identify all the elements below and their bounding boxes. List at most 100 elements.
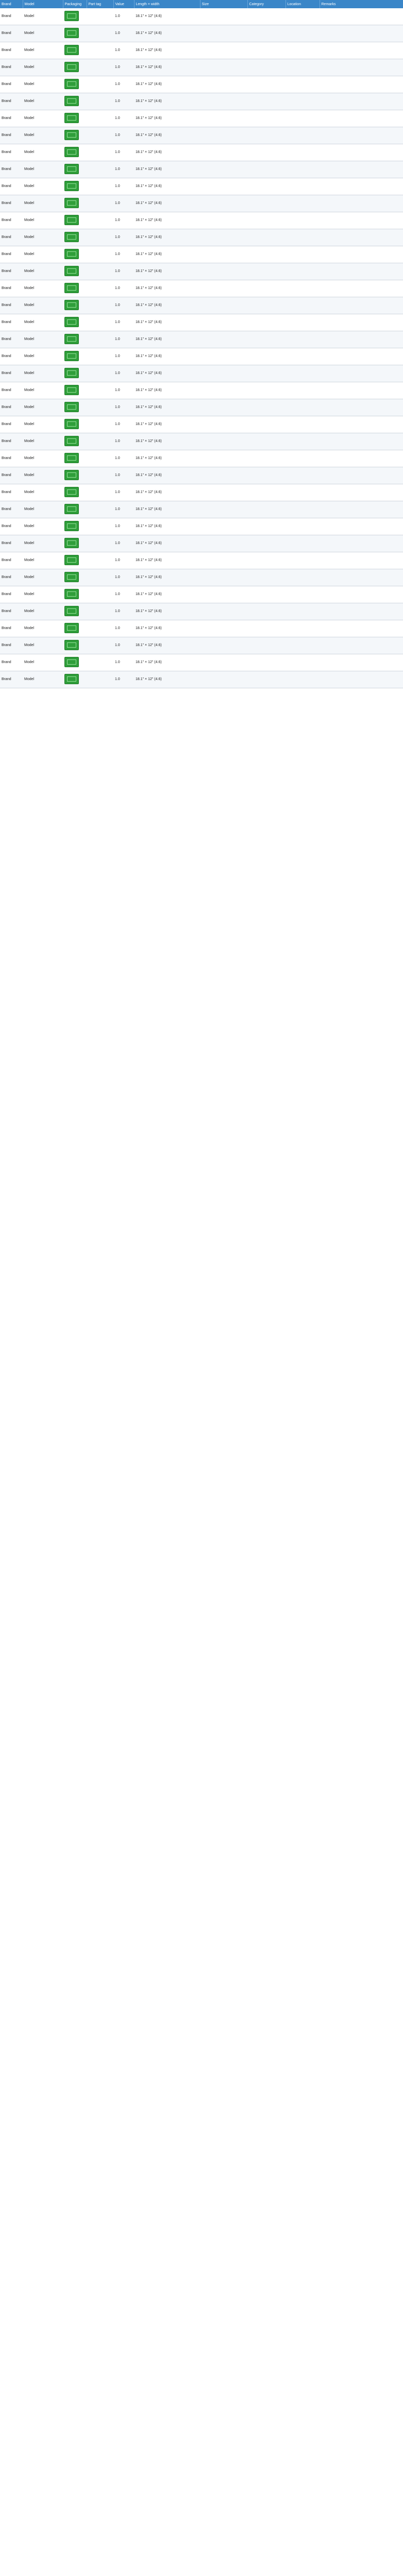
table-cell — [87, 518, 113, 535]
table-cell — [320, 178, 403, 195]
table-cell — [286, 331, 320, 348]
table-cell — [286, 671, 320, 688]
table-cell — [63, 433, 87, 450]
column-header: Value — [113, 0, 135, 8]
table-cell: 18.1" × 12" (4.6) — [134, 348, 200, 365]
table-cell — [87, 654, 113, 671]
package-icon — [64, 639, 79, 650]
table-row: Brand Model 1.0 18.1" × 12" (4.6) — [0, 569, 403, 586]
table-cell — [63, 484, 87, 501]
table-cell: Model — [23, 144, 63, 161]
package-icon — [64, 571, 79, 582]
table-cell — [286, 433, 320, 450]
table-cell — [87, 314, 113, 331]
table-cell: Model — [23, 637, 63, 654]
table-cell: Brand — [0, 161, 23, 178]
table-cell — [247, 348, 286, 365]
package-icon — [64, 265, 79, 276]
table-cell: 1.0 — [113, 348, 134, 365]
table-cell — [286, 76, 320, 93]
table-cell — [87, 569, 113, 586]
table-cell — [200, 331, 247, 348]
table-cell — [87, 110, 113, 127]
table-cell — [286, 127, 320, 144]
table-cell: Brand — [0, 348, 23, 365]
table-cell — [87, 127, 113, 144]
table-row: Brand Model 1.0 18.1" × 12" (4.6) — [0, 42, 403, 59]
table-cell: 18.1" × 12" (4.6) — [134, 42, 200, 59]
table-cell — [247, 42, 286, 59]
table-cell: 18.1" × 12" (4.6) — [134, 246, 200, 263]
table-cell: Brand — [0, 569, 23, 586]
table-row: Brand Model 1.0 18.1" × 12" (4.6) — [0, 263, 403, 280]
table-cell — [247, 297, 286, 314]
table-cell: 18.1" × 12" (4.6) — [134, 93, 200, 110]
table-cell — [87, 603, 113, 620]
table-cell — [200, 654, 247, 671]
table-row: Brand Model 1.0 18.1" × 12" (4.6) — [0, 518, 403, 535]
table-cell — [200, 178, 247, 195]
table-cell — [63, 348, 87, 365]
table-cell — [247, 637, 286, 654]
table-cell: 18.1" × 12" (4.6) — [134, 620, 200, 637]
table-cell — [286, 348, 320, 365]
table-cell — [320, 569, 403, 586]
table-cell — [63, 331, 87, 348]
table-cell — [63, 263, 87, 280]
table-cell — [286, 314, 320, 331]
table-cell — [63, 161, 87, 178]
table-cell: 1.0 — [113, 8, 134, 25]
table-cell — [87, 161, 113, 178]
table-cell — [200, 365, 247, 382]
table-cell: Model — [23, 212, 63, 229]
table-cell — [87, 144, 113, 161]
package-icon — [64, 401, 79, 412]
table-cell: 1.0 — [113, 484, 134, 501]
table-cell — [320, 348, 403, 365]
table-cell: 18.1" × 12" (4.6) — [134, 518, 200, 535]
table-cell: 1.0 — [113, 178, 134, 195]
table-cell: Brand — [0, 8, 23, 25]
table-cell — [286, 212, 320, 229]
table-cell — [200, 76, 247, 93]
table-cell — [247, 110, 286, 127]
table-row: Brand Model 1.0 18.1" × 12" (4.6) — [0, 59, 403, 76]
table-cell: 1.0 — [113, 569, 134, 586]
table-row: Brand Model 1.0 18.1" × 12" (4.6) — [0, 433, 403, 450]
table-cell — [63, 127, 87, 144]
table-cell — [63, 518, 87, 535]
table-row: Brand Model 1.0 18.1" × 12" (4.6) — [0, 501, 403, 518]
table-row: Brand Model 1.0 18.1" × 12" (4.6) — [0, 535, 403, 552]
table-cell — [286, 144, 320, 161]
table-cell: 18.1" × 12" (4.6) — [134, 671, 200, 688]
table-cell — [200, 212, 247, 229]
table-cell — [200, 637, 247, 654]
table-cell — [200, 246, 247, 263]
table-cell: 1.0 — [113, 654, 134, 671]
table-cell — [320, 382, 403, 399]
table-cell: 1.0 — [113, 314, 134, 331]
table-cell — [63, 603, 87, 620]
table-cell — [320, 399, 403, 416]
table-cell: Brand — [0, 399, 23, 416]
table-row: Brand Model 1.0 18.1" × 12" (4.6) — [0, 229, 403, 246]
table-cell — [320, 671, 403, 688]
table-cell — [63, 110, 87, 127]
table-cell — [63, 569, 87, 586]
table-cell: Model — [23, 671, 63, 688]
package-icon — [64, 299, 79, 310]
table-cell — [247, 365, 286, 382]
table-cell — [247, 433, 286, 450]
table-cell — [63, 42, 87, 59]
table-row: Brand Model 1.0 18.1" × 12" (4.6) — [0, 348, 403, 365]
table-cell: 18.1" × 12" (4.6) — [134, 535, 200, 552]
table-cell: Model — [23, 263, 63, 280]
table-cell: 18.1" × 12" (4.6) — [134, 314, 200, 331]
table-cell — [247, 25, 286, 42]
table-cell — [87, 246, 113, 263]
table-cell — [286, 467, 320, 484]
table-cell: 18.1" × 12" (4.6) — [134, 603, 200, 620]
table-cell: Model — [23, 603, 63, 620]
table-cell — [247, 569, 286, 586]
package-icon — [64, 282, 79, 293]
